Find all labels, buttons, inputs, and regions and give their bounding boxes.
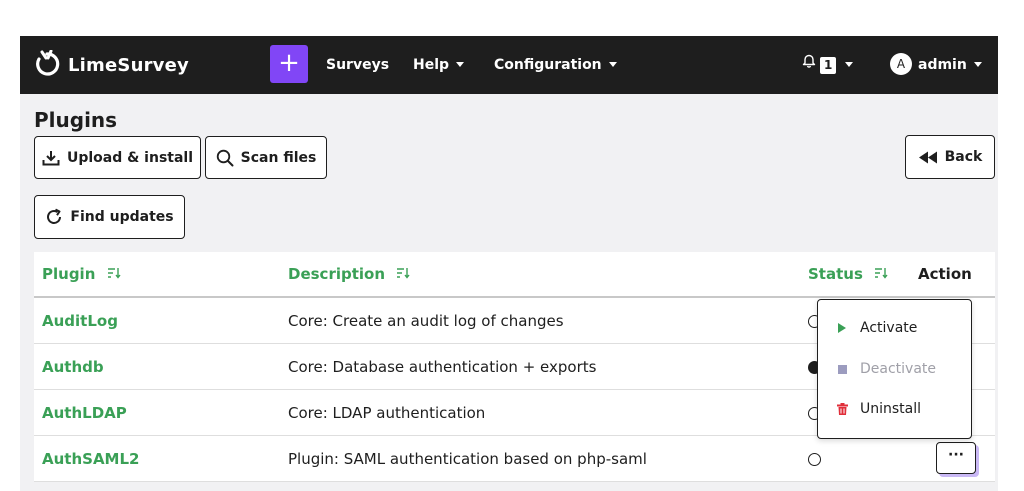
upload-install-label: Upload & install	[66, 149, 194, 166]
brand-logo[interactable]: LimeSurvey	[34, 49, 189, 80]
uninstall-label: Uninstall	[860, 401, 922, 417]
chevron-down-icon	[456, 61, 465, 67]
find-updates-button[interactable]: Find updates	[34, 195, 185, 239]
avatar: A	[890, 53, 912, 75]
sort-icon	[107, 265, 121, 283]
plugin-name-link[interactable]: AuthLDAP	[34, 389, 280, 436]
backward-icon	[918, 151, 945, 164]
upload-icon	[42, 150, 67, 166]
trash-icon	[836, 403, 848, 415]
scan-files-label: Scan files	[240, 149, 317, 166]
limesurvey-logo-icon	[34, 49, 60, 80]
top-navbar: LimeSurvey + Surveys Help Configuration …	[20, 36, 998, 94]
table-row: AuthSAML2 Plugin: SAML authentication ba…	[34, 435, 995, 482]
plugin-description: Core: LDAP authentication	[280, 389, 800, 436]
plugin-actions-dropdown: Activate Deactivate Uninstall	[817, 299, 972, 439]
uninstall-menu-item[interactable]: Uninstall	[836, 401, 921, 417]
sort-icon	[874, 265, 888, 283]
status-cell	[800, 435, 910, 482]
column-header-status-label: Status	[808, 264, 863, 283]
sort-icon	[396, 265, 410, 283]
activate-menu-item[interactable]: Activate	[836, 320, 917, 336]
find-updates-label: Find updates	[70, 209, 174, 225]
chevron-down-icon	[608, 61, 617, 67]
search-icon	[216, 149, 241, 167]
notifications-menu[interactable]: 1	[802, 35, 854, 94]
column-header-action: Action	[910, 252, 995, 298]
column-header-description-label: Description	[288, 264, 386, 283]
chevron-down-icon	[845, 61, 854, 67]
stop-icon	[836, 364, 848, 374]
play-icon	[836, 323, 848, 333]
nav-help-label: Help	[413, 57, 450, 73]
chevron-down-icon	[973, 61, 982, 67]
deactivate-menu-item[interactable]: Deactivate	[836, 361, 936, 377]
nav-configuration-label: Configuration	[494, 57, 602, 73]
row-actions-button[interactable]: ···	[936, 442, 976, 474]
column-header-plugin[interactable]: Plugin	[34, 252, 280, 298]
notification-badge: 1	[820, 57, 837, 74]
upload-install-button[interactable]: Upload & install	[34, 136, 201, 179]
nav-configuration[interactable]: Configuration	[494, 36, 617, 94]
plugin-name-link[interactable]: AuthSAML2	[34, 435, 280, 482]
user-name: admin	[918, 57, 967, 73]
table-header-row: Plugin Description Status Action	[34, 252, 995, 298]
bell-icon	[802, 35, 816, 93]
plugin-name-link[interactable]: Authdb	[34, 343, 280, 390]
status-inactive-icon	[808, 452, 821, 466]
back-button[interactable]: Back	[905, 135, 995, 179]
column-header-status[interactable]: Status	[800, 252, 910, 298]
column-header-plugin-label: Plugin	[42, 264, 96, 283]
brand-name: LimeSurvey	[68, 54, 189, 76]
column-header-description[interactable]: Description	[280, 252, 800, 298]
plugin-description: Core: Create an audit log of changes	[280, 297, 800, 344]
plugin-description: Core: Database authentication + exports	[280, 343, 800, 390]
user-menu[interactable]: Aadmin	[890, 36, 982, 94]
plugin-name-link[interactable]: AuditLog	[34, 297, 280, 344]
nav-surveys[interactable]: Surveys	[326, 36, 389, 94]
page-title: Plugins	[34, 108, 118, 132]
create-button[interactable]: +	[270, 45, 308, 83]
scan-files-button[interactable]: Scan files	[205, 136, 327, 179]
refresh-icon	[45, 208, 70, 226]
nav-help[interactable]: Help	[413, 36, 465, 94]
plugin-description: Plugin: SAML authentication based on php…	[280, 435, 800, 482]
deactivate-label: Deactivate	[860, 361, 937, 377]
activate-label: Activate	[860, 320, 918, 336]
back-label: Back	[944, 149, 983, 165]
